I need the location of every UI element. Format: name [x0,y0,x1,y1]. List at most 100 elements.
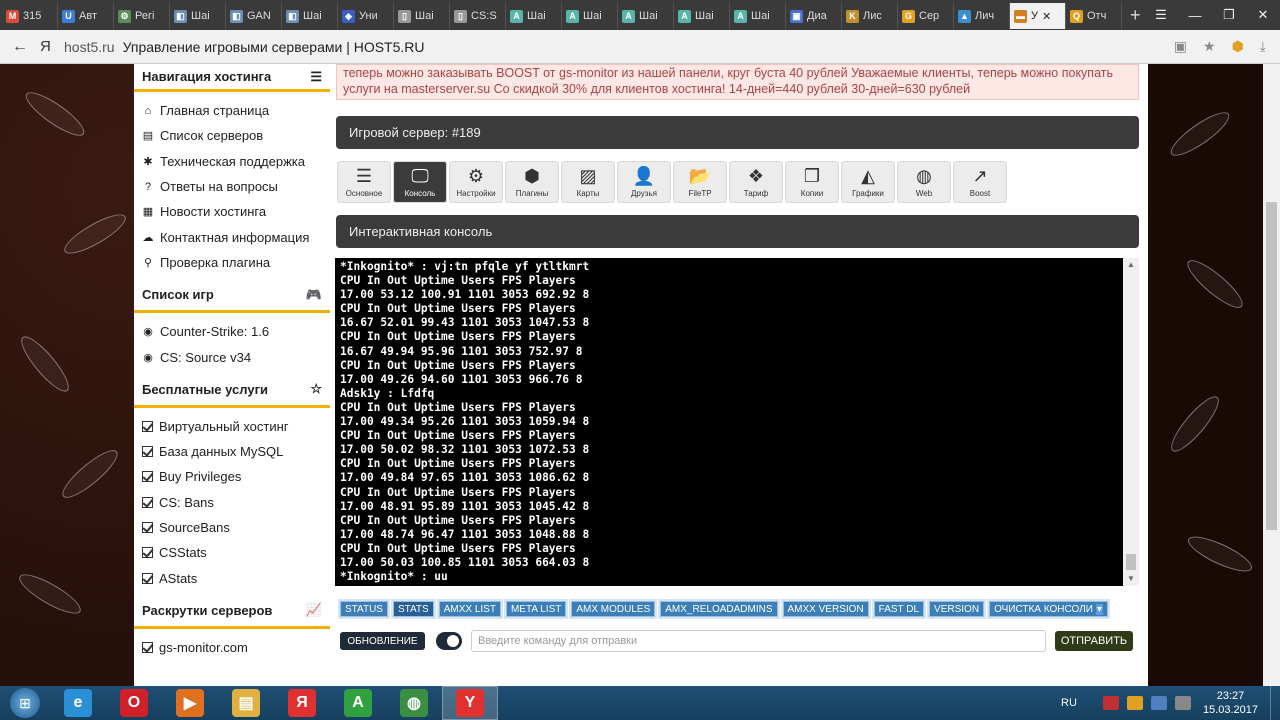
taskbar-app-chrome[interactable]: ◍ [386,686,442,720]
command-button[interactable]: AMXX VERSION [782,601,869,617]
bookmark-star-icon[interactable]: ★ [1203,38,1216,55]
sidebar-item[interactable]: CSStats [142,540,330,565]
command-input[interactable] [471,630,1046,652]
tool-line-chart[interactable]: ↗ Boost [953,161,1007,203]
browser-tab[interactable]: A Шаі [618,3,674,29]
browser-tab[interactable]: ◧ Шаі [282,3,338,29]
sidebar-item[interactable]: AStats [142,565,330,590]
browser-tab[interactable]: ▯ CS:S [450,3,506,29]
browser-tab[interactable]: A Шаі [674,3,730,29]
language-indicator[interactable]: RU [1061,697,1077,709]
browser-tab[interactable]: ⚙ Регі [114,3,170,29]
tool-globe[interactable]: ◍ Web [897,161,951,203]
sidebar-item[interactable]: ⌂ Главная страница [142,98,330,123]
sidebar-item[interactable]: ⚲ Проверка плагина [142,250,330,275]
browser-tab[interactable]: Q Отч [1066,3,1122,29]
clock[interactable]: 23:27 15.03.2017 [1203,689,1258,717]
taskbar-app-yandex-browser[interactable]: Я [274,686,330,720]
browser-tab[interactable]: A Шаі [730,3,786,29]
sidebar-item[interactable]: База данных MySQL [142,439,330,464]
sidebar-item[interactable]: Виртуальный хостинг [142,414,330,439]
taskbar-app-media-player[interactable]: ▶ [162,686,218,720]
taskbar-app-app-a[interactable]: A [330,686,386,720]
browser-tab[interactable]: ▲ Лич [954,3,1010,29]
command-button[interactable]: STATS [392,601,434,617]
sidebar-item[interactable]: CS: Bans [142,490,330,515]
sidebar-item[interactable]: Buy Privileges [142,464,330,489]
browser-tab[interactable]: ◧ GAN [226,3,282,29]
tool-dropbox[interactable]: ❖ Тариф [729,161,783,203]
command-button[interactable]: AMX_RELOADADMINS [660,601,778,617]
sidebar-item[interactable]: ◉ Counter-Strike: 1.6 [142,319,330,344]
command-button[interactable]: AMX MODULES [571,601,656,617]
browser-tab[interactable]: ▬ У ✕ [1010,3,1066,29]
taskbar-app-opera[interactable]: O [106,686,162,720]
close-window-button[interactable]: ✕ [1246,0,1280,30]
tab-list-menu-icon[interactable]: ☰ [1144,0,1178,30]
sidebar-item[interactable]: ☁ Контактная информация [142,224,330,249]
volume-icon[interactable] [1174,696,1191,710]
taskbar-app-explorer[interactable]: ▤ [218,686,274,720]
network-icon[interactable] [1150,696,1167,710]
command-button[interactable]: VERSION [929,601,985,617]
browser-tab[interactable]: ▯ Шаі [394,3,450,29]
tool-add-user[interactable]: 👤 Друзья [617,161,671,203]
tool-monitor[interactable]: 🖵 Консоль [393,161,447,203]
command-button[interactable]: FAST DL [873,601,925,617]
console-scrollbar[interactable]: ▲ ▼ [1123,258,1139,586]
console-output[interactable]: *Inkognito* : vj:tn pfqle yf ytltkmrt CPU… [335,258,1123,586]
yandex-logo-icon[interactable]: Я [40,38,64,55]
tool-image[interactable]: ▨ Карты [561,161,615,203]
start-button[interactable]: ⊞ [0,686,50,720]
tool-copy[interactable]: ❐ Копии [785,161,839,203]
sidebar-item[interactable]: SourceBans [142,515,330,540]
command-button[interactable]: STATUS [340,601,388,617]
tool-cubes[interactable]: ⬢ Плагины [505,161,559,203]
page-scroll-thumb[interactable] [1266,202,1277,530]
sidebar-item[interactable]: ▤ Список серверов [142,123,330,148]
tray-app-icon[interactable] [1102,696,1119,710]
refresh-button[interactable]: ОБНОВЛЕНИЕ [340,632,425,650]
scroll-up-icon[interactable]: ▲ [1123,258,1139,272]
sidebar-item[interactable]: gs-monitor.com [142,635,330,660]
command-button[interactable]: META LIST [505,601,567,617]
browser-tab[interactable]: ▣ Диа [786,3,842,29]
taskbar-app-ie[interactable]: e [50,686,106,720]
auto-refresh-toggle[interactable] [436,632,462,650]
sidebar-item[interactable]: ▦ Новости хостинга [142,199,330,224]
sidebar-item[interactable]: ◉ CS: Source v34 [142,344,330,369]
sidebar-item[interactable]: ? Ответы на вопросы [142,174,330,199]
command-button[interactable]: ОЧИСТКА КОНСОЛИ [989,601,1108,617]
page-scrollbar[interactable] [1263,64,1280,686]
tool-bars[interactable]: ☰ Основное [337,161,391,203]
tool-gear[interactable]: ⚙ Настройки [449,161,503,203]
browser-tab[interactable]: ◈ Уни [338,3,394,29]
browser-tab[interactable]: ◧ Шаі [170,3,226,29]
scroll-down-icon[interactable]: ▼ [1123,572,1139,586]
sidebar-list: gs-monitor.com [134,629,330,664]
browser-tab[interactable]: A Шаі [562,3,618,29]
browser-tab[interactable]: A Шаі [506,3,562,29]
browser-tab[interactable]: U Авт [58,3,114,29]
maximize-button[interactable]: ❐ [1212,0,1246,30]
command-button[interactable]: AMXX LIST [438,601,501,617]
reader-mode-icon[interactable]: ▣ [1174,38,1187,55]
browser-tab[interactable]: M 315 [2,3,58,29]
sidebar-item[interactable]: ✱ Техническая поддержка [142,149,330,174]
extension-icon[interactable]: ⬢ [1232,38,1244,55]
tab-close-icon[interactable]: ✕ [1042,10,1051,23]
browser-tab[interactable]: K Лис [842,3,898,29]
scroll-thumb[interactable] [1126,554,1136,570]
minimize-button[interactable]: — [1178,0,1212,30]
tool-folder[interactable]: 📂 FileTP [673,161,727,203]
tool-area-chart[interactable]: ◭ Графики [841,161,895,203]
taskbar-app-yandex[interactable]: Y [442,686,498,720]
downloads-icon[interactable]: ⤓ [1260,38,1266,55]
show-desktop-button[interactable] [1270,686,1280,720]
tab-label: Уни [359,10,378,22]
browser-tab[interactable]: G Сер [898,3,954,29]
url-field[interactable]: host5.ru Управление игровыми серверами |… [64,39,1174,55]
tray-app-icon[interactable] [1126,696,1143,710]
send-button[interactable]: ОТПРАВИТЬ [1055,631,1133,651]
back-button[interactable]: ← [0,38,40,56]
